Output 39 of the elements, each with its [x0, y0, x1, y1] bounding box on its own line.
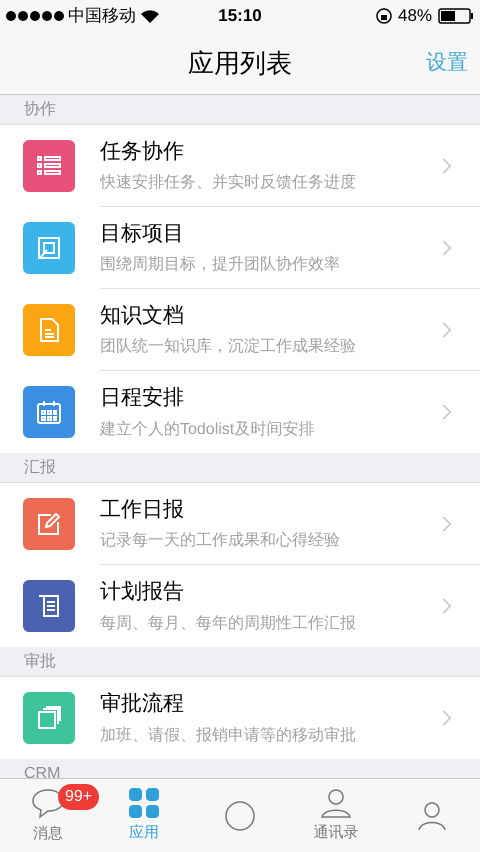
- circle-icon: [224, 800, 256, 832]
- app-description: 围绕周期目标，提升团队协作效率: [100, 254, 341, 276]
- app-description: 记录每一天的工作成果和心得经验: [100, 530, 341, 552]
- app-title: 任务协作: [100, 138, 185, 165]
- app-description: 建立个人的Todolist及时间安排: [100, 420, 316, 440]
- target-icon: [35, 234, 63, 262]
- app-list-item[interactable]: 计划报告 每周、每月、每年的周期性工作汇报: [0, 565, 480, 647]
- app-list-item[interactable]: 任务协作 快速安排任务、并实时反馈任务进度: [0, 125, 480, 207]
- app-description: 团队统一知识库，沉淀工作成果经验: [100, 336, 357, 358]
- app-list-item[interactable]: 审批流程 加班、请假、报销申请等的移动审批: [0, 677, 480, 759]
- edit-icon: [35, 510, 63, 538]
- app-description: 加班、请假、报销申请等的移动审批: [100, 726, 357, 746]
- battery-icon: [438, 8, 474, 24]
- tab-item[interactable]: 通讯录: [288, 779, 384, 852]
- app-title: 知识文档: [100, 302, 185, 329]
- app-list-item[interactable]: 日程安排 建立个人的Todolist及时间安排: [0, 371, 480, 453]
- app-title: 审批流程: [100, 691, 185, 718]
- calendar-icon: [35, 398, 63, 426]
- app-description: 每周、每月、每年的周期性工作汇报: [100, 614, 357, 634]
- page-title: 应用列表: [188, 46, 292, 80]
- signal-icon: [6, 11, 64, 21]
- app-list-item[interactable]: 工作日报 记录每一天的工作成果和心得经验: [0, 483, 480, 565]
- carrier-name: 中国移动: [68, 5, 136, 28]
- battery-percent: 48%: [398, 5, 432, 28]
- apps-icon: [128, 786, 160, 819]
- app-title: 日程安排: [100, 385, 185, 412]
- unread-badge: 99+: [58, 784, 100, 810]
- app-description: 快速安排任务、并实时反馈任务进度: [100, 172, 357, 194]
- app-title: 计划报告: [100, 579, 185, 606]
- app-list-item[interactable]: 目标项目 围绕周期目标，提升团队协作效率: [0, 207, 480, 289]
- status-time: 15:10: [218, 5, 262, 28]
- app-title: 目标项目: [100, 220, 185, 247]
- rotation-lock-icon: [376, 8, 392, 24]
- contacts-icon: [319, 786, 353, 819]
- app-title: 工作日报: [100, 496, 185, 523]
- wifi-icon: [140, 8, 160, 24]
- person-icon: [416, 800, 448, 832]
- stack-icon: [35, 704, 63, 732]
- app-list-item[interactable]: 知识文档 团队统一知识库，沉淀工作成果经验: [0, 289, 480, 371]
